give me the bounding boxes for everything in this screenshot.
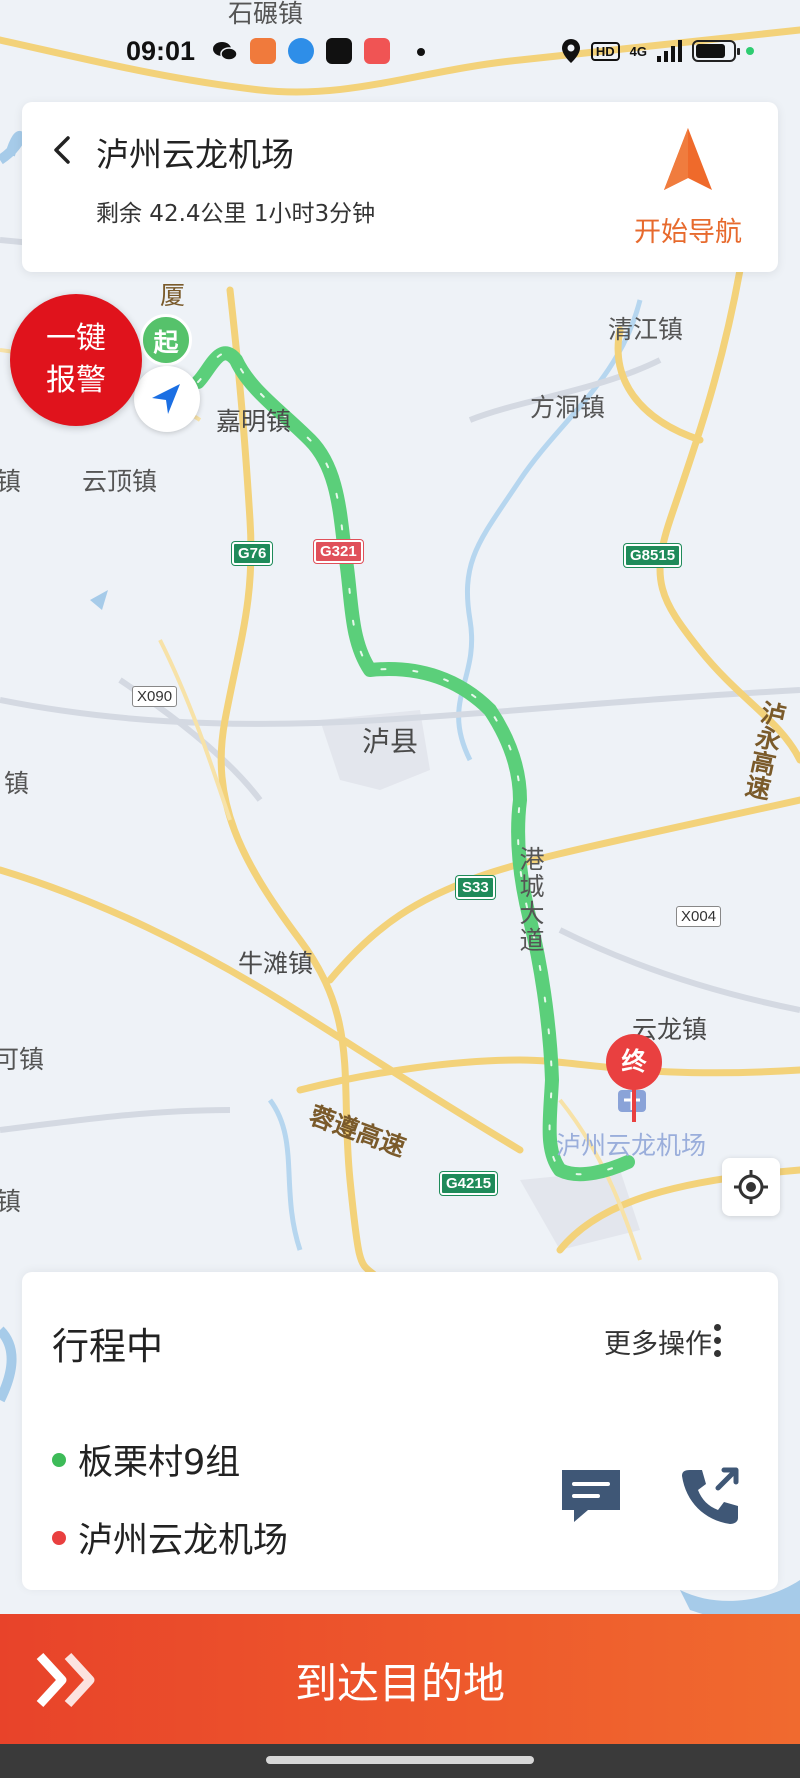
locate-button[interactable] bbox=[722, 1158, 780, 1216]
map-label-niutan: 牛滩镇 bbox=[238, 949, 314, 978]
map-label-jiaming: 嘉明镇 bbox=[216, 407, 292, 436]
trip-status: 行程中 bbox=[52, 1325, 163, 1368]
end-marker-stem bbox=[632, 1088, 636, 1122]
wechat-icon bbox=[212, 38, 238, 64]
map-label-left-1: 镇 bbox=[0, 467, 22, 496]
map-label-sha: 厦 bbox=[160, 281, 186, 310]
sos-line1: 一键 bbox=[46, 321, 106, 356]
map-label-left-3: 可镇 bbox=[0, 1045, 45, 1074]
road-shield-g76: G76 bbox=[232, 542, 273, 565]
sos-button[interactable]: 一键 报警 bbox=[10, 294, 142, 426]
destination-row: 泸州云龙机场 bbox=[52, 1512, 288, 1563]
status-bar: 09:01 HD 4G bbox=[0, 0, 800, 100]
origin-label: 板栗村9组 bbox=[78, 1443, 241, 1483]
map-label-yunding: 云顶镇 bbox=[82, 467, 158, 496]
network-active-dot bbox=[746, 47, 754, 55]
network-label: 4G bbox=[629, 43, 647, 59]
back-button[interactable] bbox=[42, 130, 82, 170]
map-label-gangcheng: 港城大道 bbox=[516, 846, 545, 954]
hd-badge: HD bbox=[590, 41, 620, 61]
destination-card: 泸州云龙机场 剩余 42.4公里 1小时3分钟 开始导航 bbox=[22, 102, 778, 272]
location-icon bbox=[561, 39, 580, 63]
status-right: HD 4G bbox=[561, 36, 754, 66]
map-label-luxian: 泸县 bbox=[362, 725, 419, 758]
origin-row: 板栗村9组 bbox=[52, 1434, 240, 1485]
road-shield-g4215: G4215 bbox=[440, 1172, 498, 1195]
signal-icon bbox=[657, 40, 682, 62]
road-shield-g8515: G8515 bbox=[624, 544, 682, 567]
tiktok-icon bbox=[326, 38, 352, 64]
remaining-distance-time: 剩余 42.4公里 1小时3分钟 bbox=[96, 201, 376, 227]
locate-icon bbox=[734, 1170, 768, 1204]
arrive-destination-button[interactable]: 到达目的地 bbox=[0, 1614, 800, 1744]
message-icon bbox=[562, 1470, 620, 1522]
phone-icon bbox=[682, 1467, 739, 1524]
trip-card: 行程中 更多操作 板栗村9组 泸州云龙机场 bbox=[22, 1272, 778, 1590]
start-navigation-label: 开始导航 bbox=[634, 217, 742, 248]
arrive-destination-label: 到达目的地 bbox=[294, 1659, 505, 1708]
sos-line2: 报警 bbox=[46, 363, 106, 398]
road-shield-x090: X090 bbox=[132, 686, 178, 707]
current-location-icon bbox=[134, 366, 200, 432]
back-icon bbox=[54, 136, 70, 164]
start-marker: 起 bbox=[140, 314, 192, 366]
book-app-icon bbox=[250, 38, 276, 64]
navigation-arrow-icon bbox=[664, 128, 712, 190]
map-label-shiwa: 石碾镇 bbox=[228, 0, 304, 28]
music-app-icon bbox=[364, 38, 390, 64]
message-button[interactable] bbox=[558, 1466, 624, 1526]
origin-dot bbox=[52, 1452, 66, 1467]
map-label-left-4: 镇 bbox=[0, 1187, 22, 1216]
destination-dot bbox=[52, 1530, 66, 1545]
road-shield-x004: X004 bbox=[676, 906, 722, 927]
more-actions-button[interactable]: 更多操作 bbox=[604, 1322, 712, 1361]
map-label-left-2: 镇 bbox=[4, 769, 30, 798]
more-notifications-dot bbox=[417, 48, 425, 56]
destination-label: 泸州云龙机场 bbox=[78, 1521, 289, 1561]
map-label-qingjiang: 清江镇 bbox=[608, 315, 684, 344]
call-button[interactable] bbox=[678, 1462, 744, 1528]
cloud-app-icon bbox=[288, 38, 314, 64]
map-label-airport: 泸州云龙机场 bbox=[556, 1131, 707, 1160]
map-label-fangdong: 方洞镇 bbox=[530, 393, 606, 422]
start-navigation-button[interactable]: 开始导航 bbox=[618, 120, 758, 260]
status-time: 09:01 bbox=[126, 36, 196, 66]
end-marker: 终 bbox=[606, 1034, 662, 1090]
road-shield-g321: G321 bbox=[314, 540, 363, 563]
road-shield-s33: S33 bbox=[456, 876, 495, 899]
more-dots-icon[interactable] bbox=[714, 1324, 722, 1358]
home-indicator[interactable] bbox=[266, 1756, 534, 1764]
destination-title: 泸州云龙机场 bbox=[96, 135, 294, 174]
battery-icon bbox=[692, 40, 740, 62]
